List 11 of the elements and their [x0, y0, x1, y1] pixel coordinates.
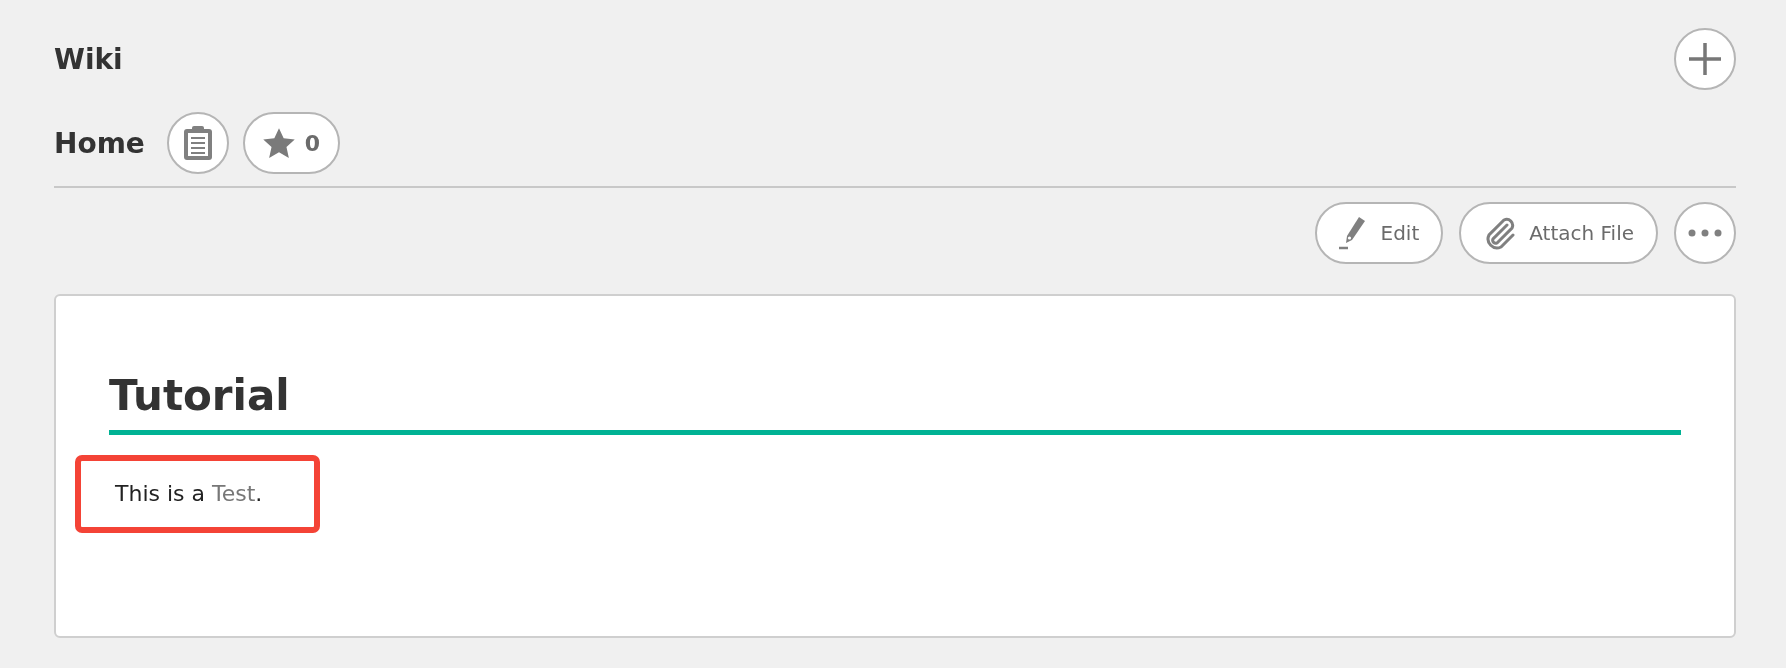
star-button[interactable]: 0 [242, 112, 341, 174]
section-title: Wiki [54, 42, 123, 76]
paragraph-text: This is a Test. [115, 480, 263, 508]
plus-icon [1689, 43, 1721, 75]
toolbar-button[interactable]: Edit [1314, 202, 1444, 264]
toolbar-button[interactable]: Attach File [1459, 202, 1658, 264]
article-heading: Tutorial [109, 370, 1681, 435]
more-icon [1688, 229, 1722, 237]
star-icon [262, 127, 295, 159]
link[interactable]: Test [212, 481, 256, 506]
page-title: Home [54, 126, 145, 160]
